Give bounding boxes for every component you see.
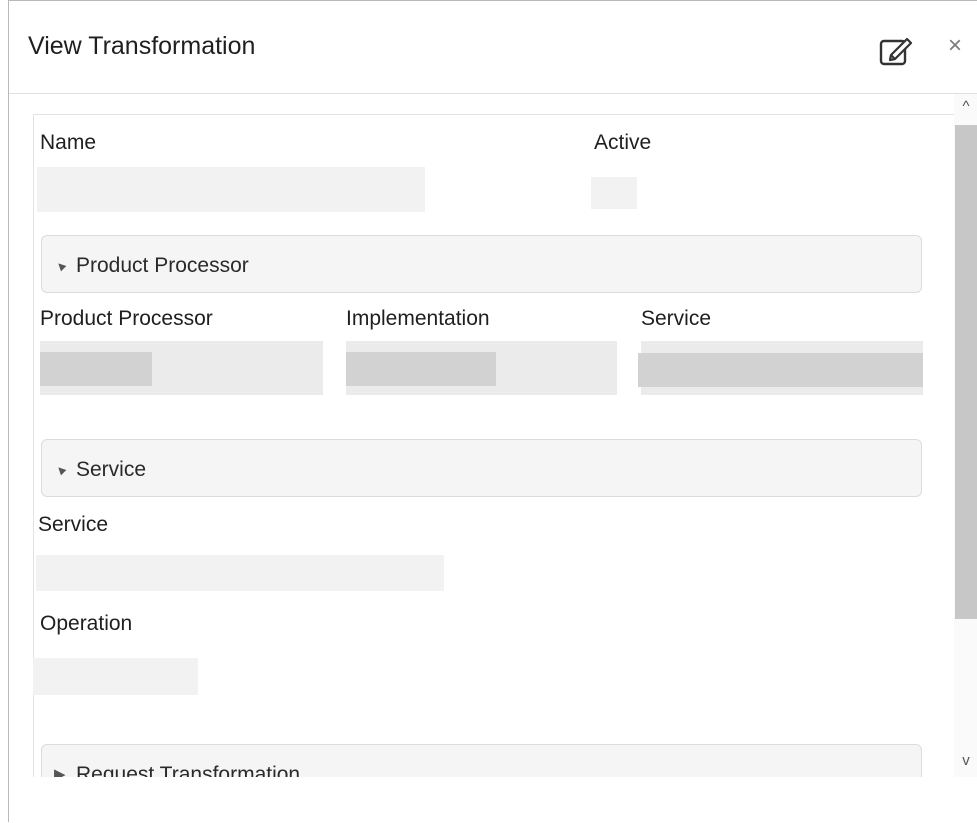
product-processor-section-title: Product Processor [76, 254, 249, 277]
name-label: Name [40, 131, 97, 154]
request-transformation-section-title: Request Transformation [76, 763, 301, 777]
expanded-triangle-icon: ▲ [50, 255, 71, 276]
close-icon[interactable]: × [948, 32, 962, 60]
edit-icon[interactable] [879, 35, 913, 67]
service-column-value-placeholder [638, 353, 923, 387]
scroll-thumb[interactable] [955, 125, 977, 619]
service-section-header[interactable]: ▲ Service [41, 439, 922, 497]
dialog-body: Name Active ▲ Product Processor Product … [9, 94, 977, 777]
view-transformation-dialog: View Transformation × Name Active ▲ Prod… [8, 0, 977, 823]
operation-field[interactable] [33, 658, 198, 695]
active-label: Active [594, 131, 652, 154]
name-field[interactable] [37, 167, 425, 212]
active-toggle[interactable] [591, 177, 637, 209]
service-label: Service [38, 513, 109, 536]
operation-label: Operation [40, 612, 133, 635]
implementation-value-placeholder [346, 352, 496, 386]
dialog-title: View Transformation [28, 32, 256, 60]
form-panel: Name Active ▲ Product Processor Product … [33, 114, 965, 777]
product-processor-value-placeholder [40, 352, 152, 386]
service-field[interactable] [36, 555, 444, 591]
dialog-footer [9, 777, 977, 823]
expanded-triangle-icon: ▲ [50, 459, 71, 480]
dialog-header: View Transformation × [9, 1, 977, 94]
collapsed-triangle-icon: ▶ [54, 766, 66, 777]
scroll-down-icon[interactable]: v [954, 748, 977, 774]
scroll-up-icon[interactable]: ^ [954, 94, 977, 120]
request-transformation-section-header[interactable]: ▶ Request Transformation [41, 744, 922, 777]
service-column-label: Service [641, 307, 712, 330]
product-processor-label: Product Processor [40, 307, 213, 330]
product-processor-section-header[interactable]: ▲ Product Processor [41, 235, 922, 293]
service-section-title: Service [76, 458, 147, 481]
implementation-label: Implementation [346, 307, 490, 330]
vertical-scrollbar[interactable]: ^ v [954, 94, 977, 777]
